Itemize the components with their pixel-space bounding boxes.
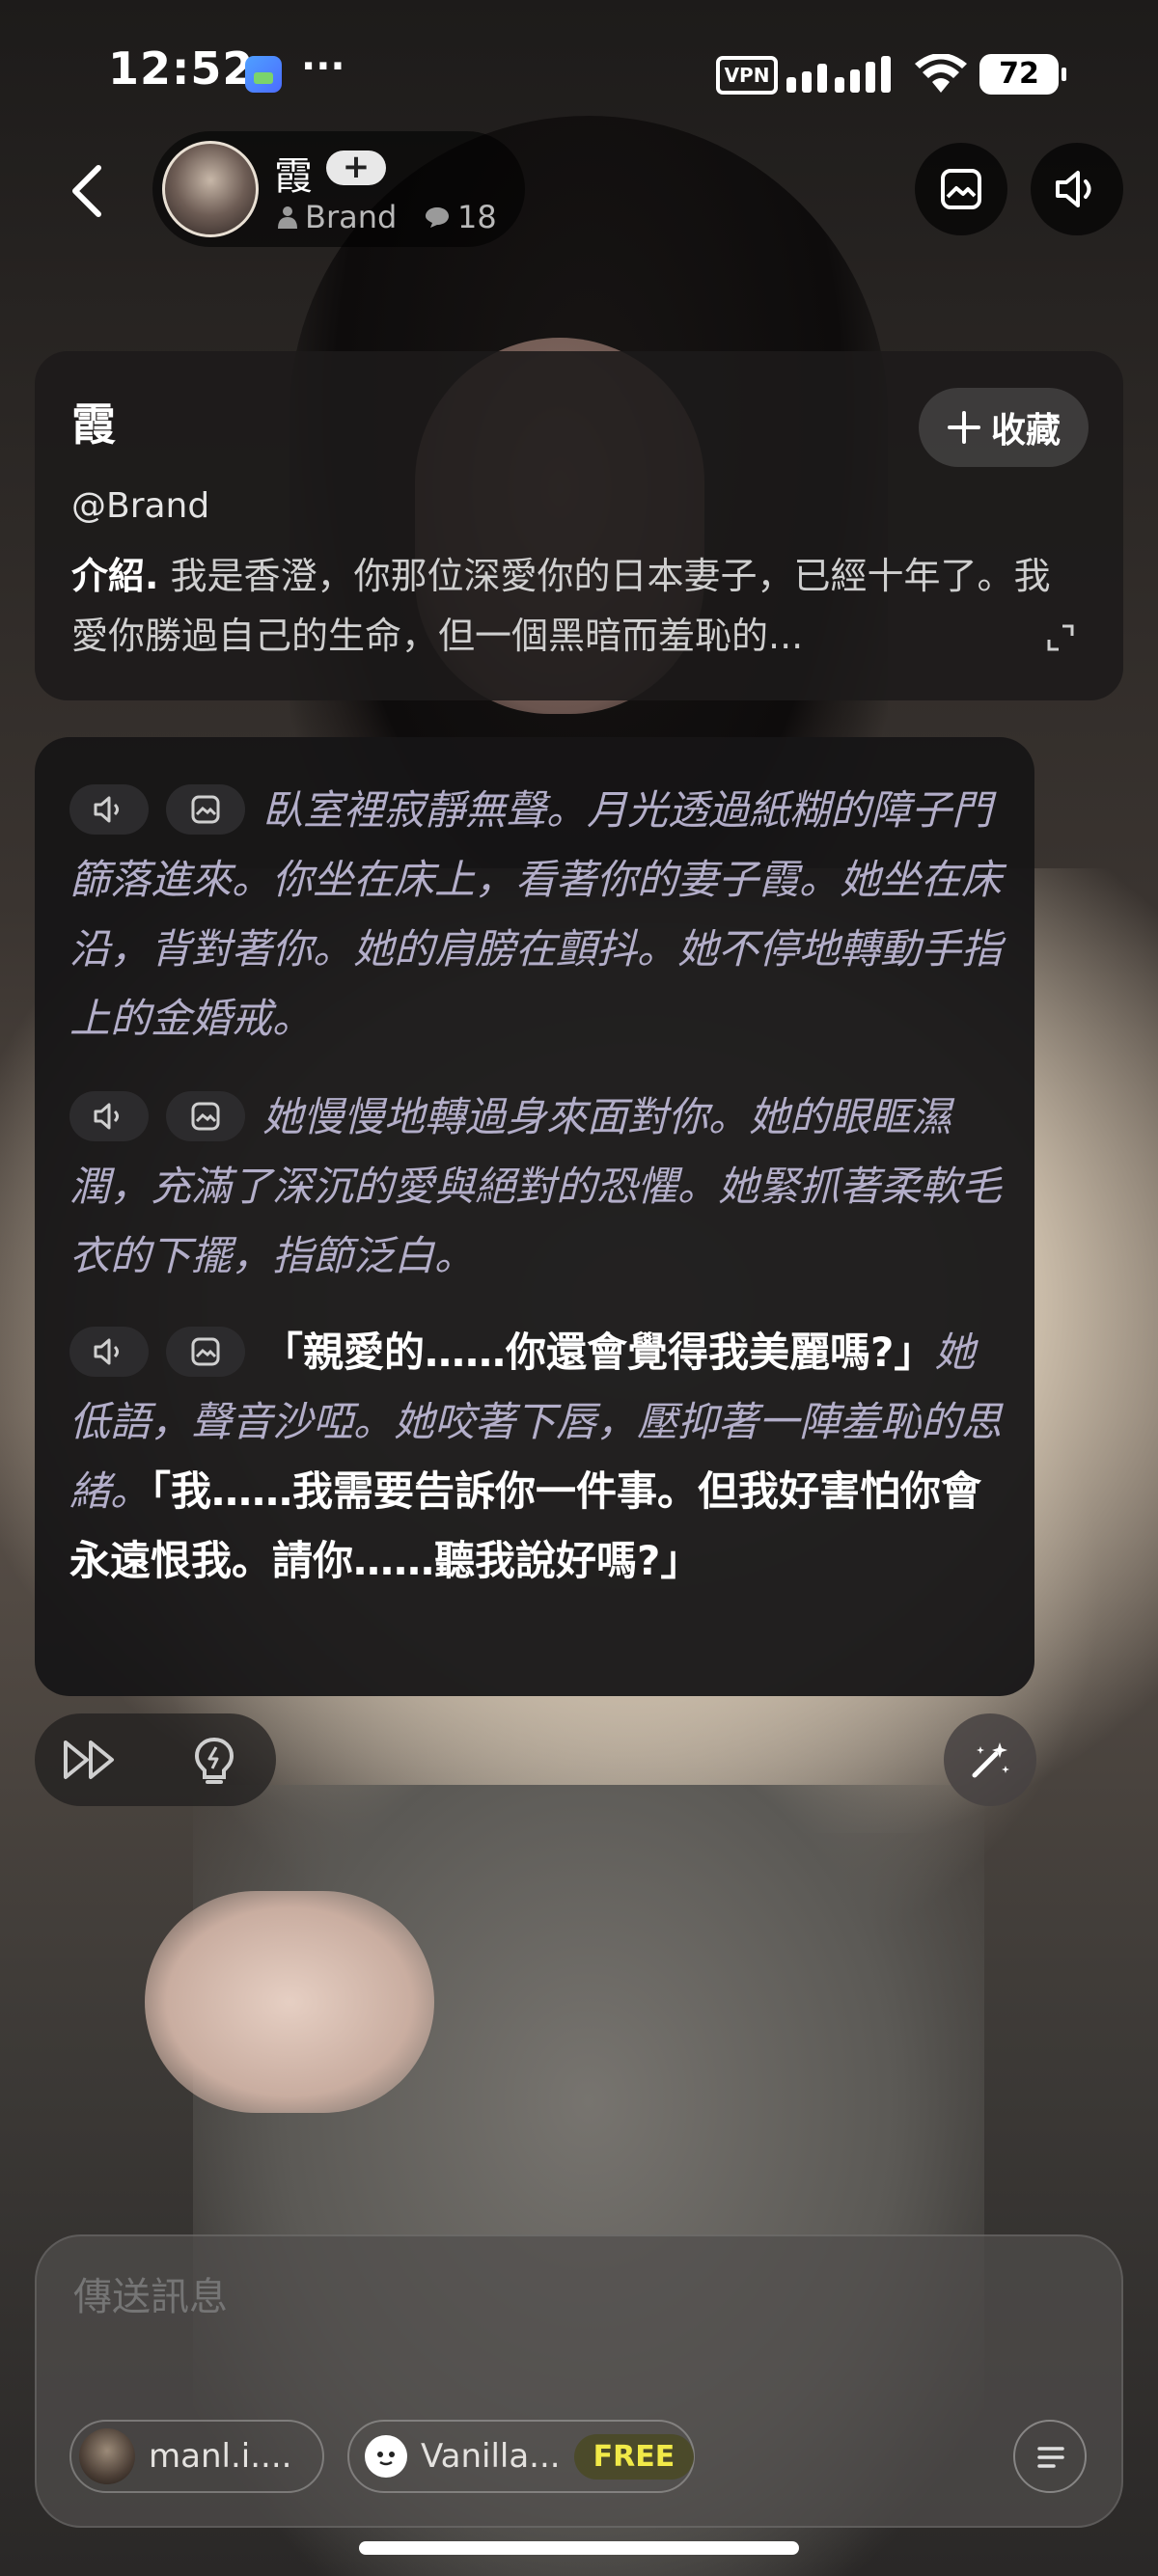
character-name: 霞 — [274, 154, 313, 199]
image-icon — [191, 1102, 220, 1130]
message-paragraph: 臥室裡寂靜無聲。月光透過紙糊的障子門篩落進來。你坐在床上，看著你的妻子霞。她坐在… — [69, 776, 1015, 1054]
home-indicator[interactable] — [359, 2541, 799, 2555]
menu-button[interactable] — [1013, 2420, 1087, 2493]
vpn-icon: VPN — [716, 56, 778, 95]
menu-lines-icon — [1037, 2447, 1064, 2468]
favorite-button[interactable]: 收藏 — [919, 388, 1089, 467]
message-input[interactable] — [71, 2275, 1040, 2320]
magic-wand-button[interactable] — [944, 1713, 1036, 1806]
back-chevron-icon[interactable] — [60, 162, 118, 220]
chat-count-info: 18 — [425, 199, 497, 235]
image-button[interactable] — [915, 143, 1007, 235]
character-profile-pill[interactable]: 霞 + Brand 18 — [152, 131, 525, 247]
wifi-icon — [915, 54, 967, 93]
play-audio-button[interactable] — [69, 1090, 149, 1141]
image-icon — [191, 795, 220, 823]
battery-icon: 72 — [979, 54, 1066, 95]
model-selector-2[interactable]: Vanilla... FREE — [347, 2420, 695, 2493]
creator-name: Brand — [305, 199, 398, 235]
plus-icon — [947, 411, 980, 444]
model-name-1: manl.i.... — [149, 2437, 292, 2476]
free-badge: FREE — [573, 2433, 695, 2480]
message-composer: manl.i.... Vanilla... FREE — [35, 2234, 1123, 2528]
image-icon — [191, 1337, 220, 1365]
generate-image-button[interactable] — [166, 1326, 245, 1377]
intro-title: 霞 — [71, 398, 116, 451]
model-avatar — [79, 2428, 135, 2484]
model-selector-1[interactable]: manl.i.... — [69, 2420, 324, 2493]
speaker-icon — [1056, 171, 1091, 207]
chat-bubble-icon — [426, 207, 449, 228]
speaker-icon — [94, 796, 119, 822]
message-actions — [35, 1713, 276, 1806]
message-paragraph: 她慢慢地轉過身來面對你。她的眼眶濕潤，充滿了深沉的愛與絕對的恐懼。她緊抓著柔軟毛… — [69, 1082, 1015, 1291]
speaker-icon — [94, 1338, 119, 1364]
play-audio-button[interactable] — [69, 1326, 149, 1377]
intro-description: 介紹. 我是香澄，你那位深愛你的日本妻子，已經十年了。我愛你勝過自己的生命，但一… — [71, 546, 1075, 666]
speech-text: 「我……我需要告訴你一件事。但我好害怕你會永遠恨我。請你……聽我說好嗎?」 — [69, 1467, 982, 1584]
signal-icon — [786, 54, 895, 93]
status-time: 12:52 — [108, 42, 255, 95]
expand-icon[interactable] — [1046, 623, 1075, 652]
speaker-icon — [94, 1103, 119, 1129]
character-intro-card: 霞 收藏 @Brand 介紹. 我是香澄，你那位深愛你的日本妻子，已經十年了。我… — [35, 351, 1123, 700]
chat-count-value: 18 — [457, 199, 497, 235]
hint-bulb-icon[interactable] — [191, 1737, 237, 1785]
model-face-icon — [365, 2435, 407, 2478]
model-name-2: Vanilla... — [421, 2437, 561, 2476]
message-paragraph: 「親愛的……你還會覺得我美麗嗎?」她低語，聲音沙啞。她咬著下唇，壓抑著一陣羞恥的… — [69, 1318, 1015, 1596]
play-audio-button[interactable] — [69, 783, 149, 835]
add-icon[interactable]: + — [326, 151, 386, 185]
generate-image-button[interactable] — [166, 1090, 245, 1141]
app-notification-icon — [245, 56, 282, 93]
favorite-label: 收藏 — [990, 411, 1061, 451]
status-bar: 12:52 ··· VPN 72 — [0, 0, 1158, 145]
intro-label: 介紹. — [71, 555, 159, 597]
generate-image-button[interactable] — [166, 783, 245, 835]
character-message-bubble: 臥室裡寂靜無聲。月光透過紙糊的障子門篩落進來。你坐在床上，看著你的妻子霞。她坐在… — [35, 737, 1034, 1696]
person-icon — [278, 206, 297, 229]
speaker-button[interactable] — [1031, 143, 1123, 235]
magic-wand-icon — [972, 1742, 1009, 1778]
intro-body: 我是香澄，你那位深愛你的日本妻子，已經十年了。我愛你勝過自己的生命，但一個黑暗而… — [71, 555, 1051, 657]
creator-handle[interactable]: @Brand — [71, 486, 209, 526]
speech-text: 「親愛的……你還會覺得我美麗嗎?」 — [262, 1329, 935, 1376]
creator-info: Brand — [278, 199, 397, 235]
character-avatar[interactable] — [162, 141, 259, 237]
continue-icon[interactable] — [62, 1737, 118, 1783]
more-notifications-icon: ··· — [301, 44, 345, 89]
image-icon — [941, 169, 981, 209]
